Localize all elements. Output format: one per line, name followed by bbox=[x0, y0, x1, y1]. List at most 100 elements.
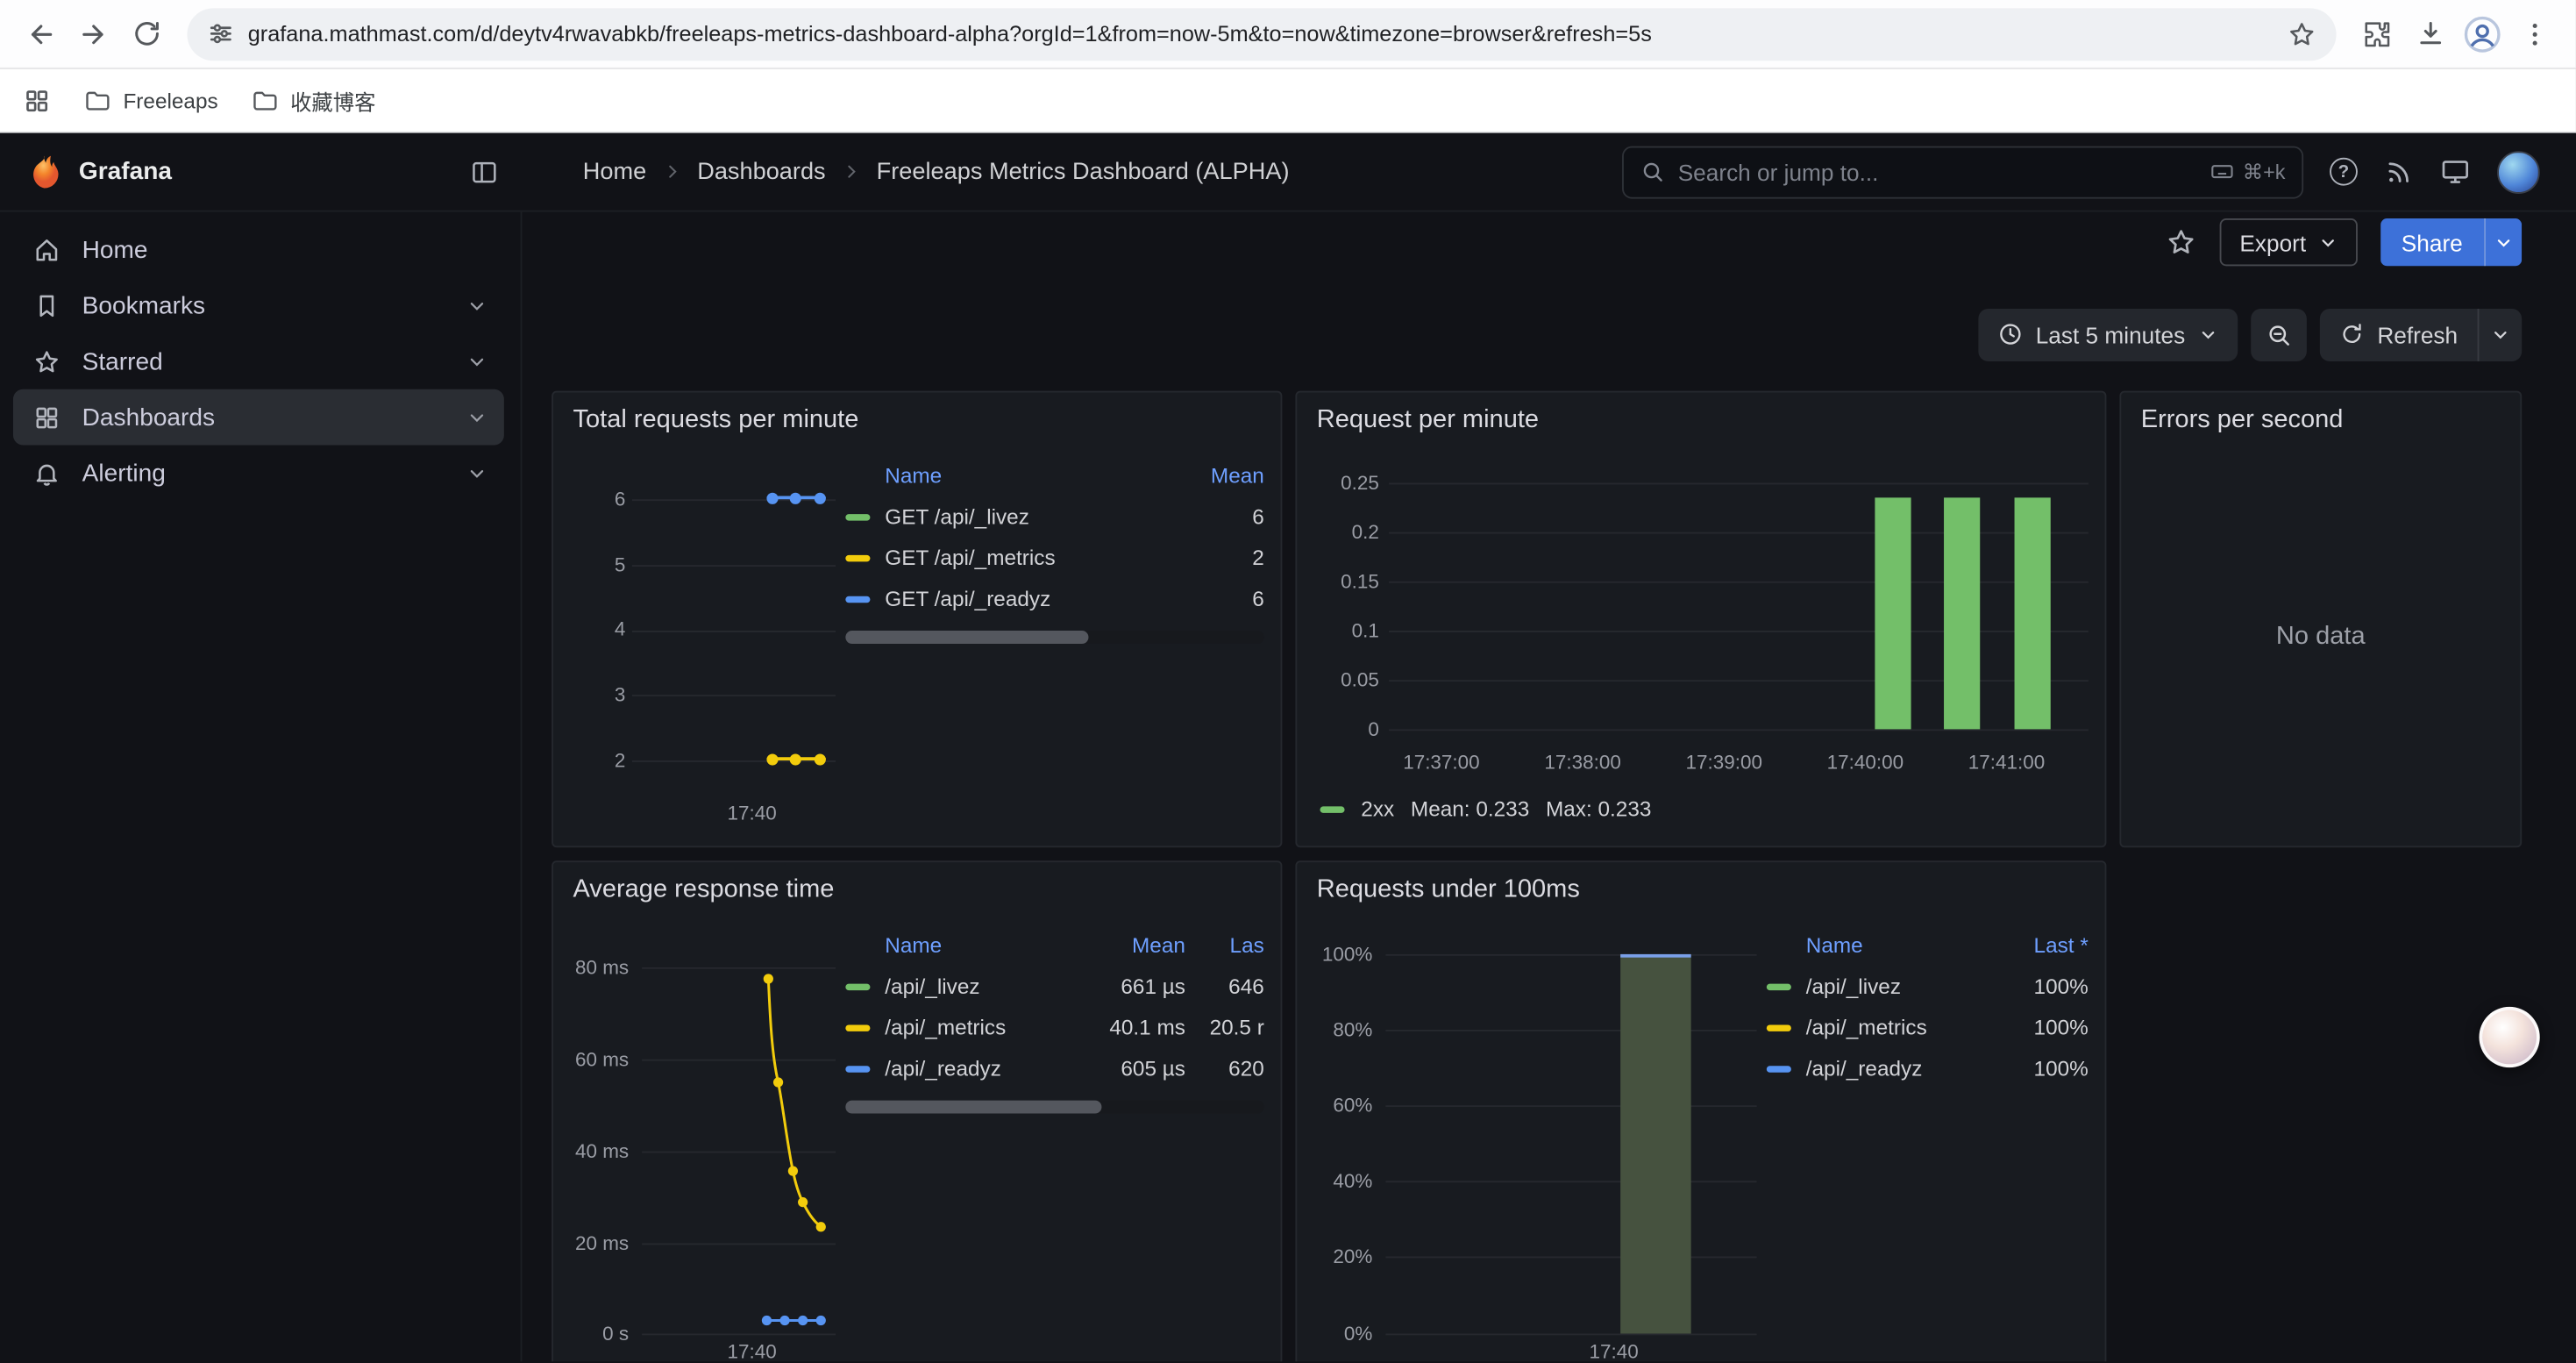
refresh-button[interactable]: Refresh bbox=[2320, 308, 2478, 360]
site-settings-icon[interactable] bbox=[207, 19, 235, 47]
legend-inline[interactable]: 2xx Mean: 0.233 Max: 0.233 bbox=[1313, 796, 2089, 821]
gridline bbox=[1389, 680, 2089, 682]
downloads-button[interactable] bbox=[2405, 9, 2454, 58]
legend-header-mean[interactable]: Mean bbox=[1178, 463, 1263, 488]
reload-button[interactable] bbox=[122, 9, 171, 58]
forward-button[interactable] bbox=[69, 9, 118, 58]
series-name[interactable]: /api/_readyz bbox=[1806, 1056, 1996, 1081]
series-name[interactable]: /api/_livez bbox=[885, 974, 1077, 998]
help-icon[interactable]: ? bbox=[2330, 158, 2358, 186]
series-swatch bbox=[1767, 1024, 1791, 1031]
url-bar[interactable]: grafana.mathmast.com/d/deytv4rwavabkb/fr… bbox=[187, 7, 2336, 60]
bar-under-100ms[interactable] bbox=[1620, 954, 1690, 1334]
sidebar-item-starred[interactable]: Starred bbox=[13, 333, 504, 389]
refresh-interval-button[interactable] bbox=[2478, 308, 2523, 360]
apps-grid-icon[interactable] bbox=[23, 86, 51, 114]
series-name[interactable]: GET /api/_readyz bbox=[885, 586, 1178, 610]
gridline bbox=[632, 499, 836, 501]
x-tick: 17:40 bbox=[1576, 1340, 1652, 1361]
browser-profile-button[interactable] bbox=[2458, 9, 2507, 58]
breadcrumb-dashboards[interactable]: Dashboards bbox=[697, 159, 825, 185]
shortcut-label: ⌘+k bbox=[2243, 160, 2286, 184]
sidebar-item-dashboards[interactable]: Dashboards bbox=[13, 389, 504, 446]
floating-assistant-avatar[interactable] bbox=[2479, 1007, 2539, 1067]
chevron-down-icon[interactable] bbox=[466, 406, 487, 427]
sidebar-item-bookmarks[interactable]: Bookmarks bbox=[13, 277, 504, 333]
sidebar-item-home[interactable]: Home bbox=[13, 222, 504, 278]
chevron-down-icon[interactable] bbox=[466, 351, 487, 372]
legend-header-last[interactable]: Las bbox=[1185, 933, 1264, 958]
legend-row[interactable]: /api/_readyz 100% bbox=[1767, 1048, 2089, 1089]
chevron-down-icon bbox=[2317, 232, 2337, 252]
series-name[interactable]: GET /api/_livez bbox=[885, 504, 1178, 529]
panel-title[interactable]: Request per minute bbox=[1313, 403, 2089, 442]
sidebar-item-alerting[interactable]: Alerting bbox=[13, 445, 504, 501]
series-mean: 40.1 ms bbox=[1077, 1015, 1185, 1039]
panel-title[interactable]: Total requests per minute bbox=[570, 403, 1264, 442]
scrollbar-thumb[interactable] bbox=[845, 1101, 1100, 1114]
bookmark-item-blog[interactable]: 收藏博客 bbox=[251, 84, 375, 116]
extensions-button[interactable] bbox=[2352, 9, 2402, 58]
legend-header-last[interactable]: Last * bbox=[1996, 933, 2089, 958]
back-button[interactable] bbox=[17, 9, 66, 58]
x-tick: 17:38:00 bbox=[1544, 751, 1620, 774]
chevron-down-icon[interactable] bbox=[466, 295, 487, 316]
legend-header-name[interactable]: Name bbox=[885, 933, 1077, 958]
y-tick: 20 ms bbox=[563, 1231, 629, 1254]
panel-title[interactable]: Average response time bbox=[570, 872, 1264, 911]
series-name[interactable]: 2xx bbox=[1361, 796, 1394, 821]
bar-2xx[interactable] bbox=[1945, 497, 1981, 729]
browser-menu-button[interactable] bbox=[2510, 9, 2559, 58]
legend-header-name[interactable]: Name bbox=[1806, 933, 1996, 958]
zoom-out-button[interactable] bbox=[2251, 308, 2307, 360]
export-button[interactable]: Export bbox=[2220, 218, 2357, 266]
search-input[interactable] bbox=[1678, 159, 2197, 185]
series-name[interactable]: /api/_livez bbox=[1806, 974, 1996, 998]
x-tick: 17:40 bbox=[715, 1340, 790, 1361]
series-line-metrics bbox=[766, 757, 825, 760]
bookmarks-bar: Freeleaps 收藏博客 bbox=[0, 69, 2576, 133]
sidebar-toggle-button[interactable] bbox=[470, 157, 500, 187]
panel-title[interactable]: Errors per second bbox=[2138, 403, 2504, 442]
scrollbar-thumb[interactable] bbox=[845, 631, 1088, 644]
series-name[interactable]: /api/_readyz bbox=[885, 1056, 1077, 1081]
bar-2xx[interactable] bbox=[2014, 497, 2050, 729]
legend-header-name[interactable]: Name bbox=[885, 463, 1178, 488]
clock-icon bbox=[1998, 322, 2023, 346]
legend-row[interactable]: /api/_metrics 40.1 ms 20.5 r bbox=[845, 1007, 1263, 1048]
breadcrumb-home[interactable]: Home bbox=[583, 159, 646, 185]
legend-row[interactable]: /api/_livez 100% bbox=[1767, 966, 2089, 1007]
grafana-logo[interactable] bbox=[26, 153, 62, 190]
series-name[interactable]: /api/_metrics bbox=[885, 1015, 1077, 1039]
favorite-star-icon[interactable] bbox=[2166, 226, 2197, 258]
x-tick: 17:37:00 bbox=[1403, 751, 1479, 774]
legend-row[interactable]: /api/_readyz 605 µs 620 bbox=[845, 1048, 1263, 1089]
user-avatar[interactable] bbox=[2497, 150, 2540, 193]
panel-title[interactable]: Requests under 100ms bbox=[1313, 872, 2089, 911]
news-rss-icon[interactable] bbox=[2384, 157, 2414, 187]
legend-header-mean[interactable]: Mean bbox=[1077, 933, 1185, 958]
share-menu-button[interactable] bbox=[2484, 218, 2522, 266]
chevron-down-icon bbox=[2494, 232, 2513, 252]
time-range-picker[interactable]: Last 5 minutes bbox=[1978, 308, 2238, 360]
bar-2xx[interactable] bbox=[1875, 497, 1911, 729]
legend-row[interactable]: GET /api/_livez 6 bbox=[845, 496, 1263, 537]
chevron-down-icon[interactable] bbox=[466, 462, 487, 483]
monitor-icon[interactable] bbox=[2440, 156, 2472, 188]
series-name[interactable]: GET /api/_metrics bbox=[885, 546, 1178, 570]
gridline bbox=[632, 565, 836, 567]
legend-row[interactable]: GET /api/_readyz 6 bbox=[845, 578, 1263, 619]
legend-row[interactable]: /api/_livez 661 µs 646 bbox=[845, 966, 1263, 1007]
bookmark-star-icon[interactable] bbox=[2287, 19, 2316, 49]
x-tick: 17:40:00 bbox=[1827, 751, 1904, 774]
legend-row[interactable]: GET /api/_metrics 2 bbox=[845, 537, 1263, 578]
series-name[interactable]: /api/_metrics bbox=[1806, 1015, 1996, 1039]
legend-row[interactable]: /api/_metrics 100% bbox=[1767, 1007, 2089, 1048]
search-box[interactable]: ⌘+k bbox=[1622, 146, 2303, 198]
bookmark-item-freeleaps[interactable]: Freeleaps bbox=[83, 86, 217, 114]
panel-errors-per-second: Errors per second No data bbox=[2119, 391, 2522, 848]
share-button[interactable]: Share bbox=[2380, 218, 2484, 266]
horizontal-scrollbar[interactable] bbox=[845, 1101, 1263, 1114]
horizontal-scrollbar[interactable] bbox=[845, 631, 1263, 644]
series-swatch bbox=[845, 596, 870, 602]
